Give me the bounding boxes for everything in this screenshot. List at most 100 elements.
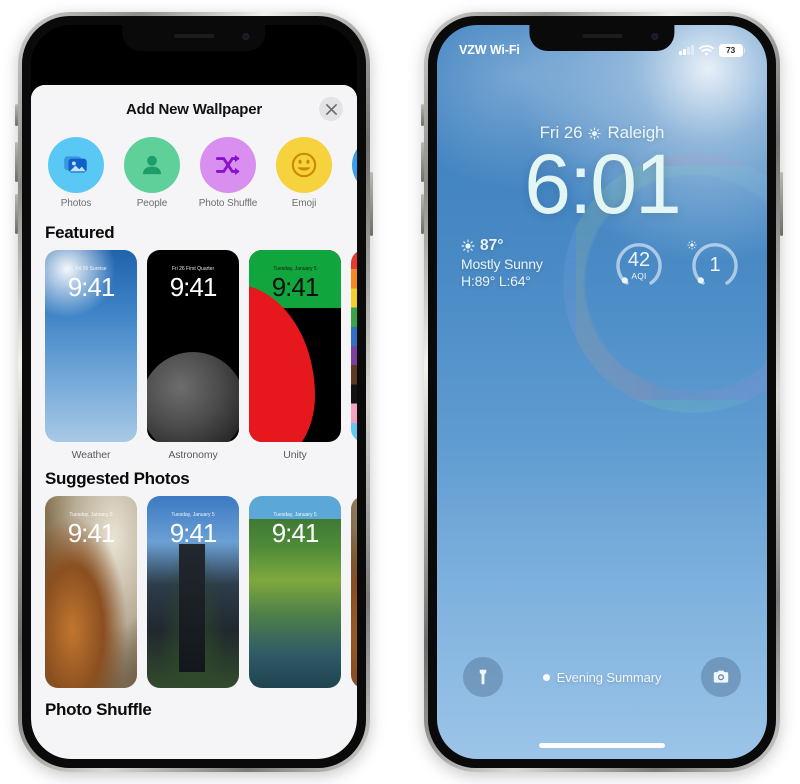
wallpaper-thumb-pride <box>351 250 357 443</box>
mute-switch[interactable] <box>15 104 18 126</box>
phone-left-device: Add New Wallpaper Photos People Photo Sh… <box>15 12 373 772</box>
wallpaper-thumb-cat-photo: Tuesday, January 5 9:41 <box>45 496 137 689</box>
category-emoji-label: Emoji <box>291 198 317 209</box>
wallpaper-card[interactable]: Tuesday, January 5 9:41 <box>249 496 341 689</box>
cellular-bars-icon <box>679 45 694 55</box>
suggested-photos-thumb-row: Tuesday, January 5 9:41 Tuesday, January… <box>31 496 357 689</box>
category-photo-shuffle-label: Photo Shuffle <box>198 198 258 209</box>
category-photos[interactable]: Photos <box>45 137 107 209</box>
volume-up-button[interactable] <box>15 142 18 182</box>
category-weather-circle <box>352 137 357 193</box>
category-photo-shuffle-circle <box>200 137 256 193</box>
lock-screen-widgets: 87° Mostly Sunny H:89° L:64° 42 AQI 1 <box>437 237 767 293</box>
sun-icon <box>461 239 475 253</box>
wallpaper-card[interactable]: Tuesday, January 5 9:41 Unity <box>249 250 341 461</box>
notch <box>122 25 266 51</box>
wallpaper-thumb-weather: Fri 26 Sunrise 9:41 <box>45 250 137 443</box>
phone-right-screen: VZW Wi-Fi 73 Fri 26 Raleigh 6:01 87° Mos… <box>437 25 767 759</box>
mute-switch[interactable] <box>421 104 424 126</box>
weather-widget[interactable]: 87° Mostly Sunny H:89° L:64° <box>461 237 543 289</box>
uv-gauge[interactable]: 1 <box>687 237 743 293</box>
phone-right-bezel: VZW Wi-Fi 73 Fri 26 Raleigh 6:01 87° Mos… <box>428 16 776 768</box>
wallpaper-caption: Unity <box>283 449 307 462</box>
notification-summary[interactable]: Evening Summary <box>542 669 662 685</box>
camera-icon <box>713 670 729 683</box>
category-photo-shuffle[interactable]: Photo Shuffle <box>197 137 259 209</box>
category-weather[interactable]: Weather <box>349 137 357 209</box>
thumb-time: 9:41 <box>271 272 320 303</box>
lock-screen-clock: 6:01 <box>524 137 682 231</box>
thumb-time: 9:41 <box>169 272 218 303</box>
category-people-circle <box>124 137 180 193</box>
wallpaper-thumb-city-photo: Tuesday, January 5 9:41 <box>147 496 239 689</box>
power-button[interactable] <box>370 172 373 236</box>
front-camera-icon <box>651 33 659 40</box>
close-button[interactable] <box>319 97 343 121</box>
front-camera-icon <box>242 33 250 40</box>
camera-button[interactable] <box>701 657 741 697</box>
thumb-time: 9:41 <box>67 518 116 549</box>
aqi-value: 42 <box>627 248 651 271</box>
section-title-featured: Featured <box>45 223 115 243</box>
featured-thumb-row: Fri 26 Sunrise 9:41 Weather Fri 26 First… <box>31 250 357 461</box>
uv-gauge-readout: 1 <box>687 237 743 293</box>
thumb-time: 9:41 <box>271 518 320 549</box>
photos-icon <box>64 156 87 173</box>
category-people-label: People <box>136 198 168 209</box>
weather-temperature: 87° <box>480 237 504 254</box>
wallpaper-caption: Astronomy <box>168 449 218 462</box>
add-wallpaper-sheet: Add New Wallpaper Photos People Photo Sh… <box>31 85 357 759</box>
category-photos-circle <box>48 137 104 193</box>
earpiece-speaker <box>174 34 214 38</box>
emoji-smile-icon <box>291 152 317 178</box>
lock-screen-bottom-bar: Evening Summary <box>437 657 767 697</box>
person-icon <box>142 155 162 175</box>
wallpaper-card[interactable]: Fri 26 Sunrise 9:41 Weather <box>45 250 137 461</box>
weather-temperature-row: 87° <box>461 237 543 255</box>
thumb-time: 9:41 <box>67 272 116 303</box>
wallpaper-thumb-lilypond-photo: Tuesday, January 5 9:41 <box>249 496 341 689</box>
wallpaper-caption: Weather <box>71 449 111 462</box>
battery-cap-icon <box>743 47 745 53</box>
volume-up-button[interactable] <box>421 142 424 182</box>
aqi-gauge[interactable]: 42 AQI <box>611 237 667 293</box>
wifi-icon <box>698 45 714 56</box>
sun-small-icon <box>687 240 697 250</box>
section-title-photo-shuffle: Photo Shuffle <box>45 700 152 720</box>
category-photos-label: Photos <box>60 198 92 209</box>
wallpaper-card[interactable] <box>351 496 357 689</box>
aqi-label: AQI <box>631 270 647 281</box>
wallpaper-thumb-unity: Tuesday, January 5 9:41 <box>249 250 341 443</box>
phone-right-device: VZW Wi-Fi 73 Fri 26 Raleigh 6:01 87° Mos… <box>421 12 783 772</box>
shuffle-icon <box>215 154 240 176</box>
weather-condition: Mostly Sunny <box>461 256 543 272</box>
aqi-gauge-readout: 42 AQI <box>611 237 667 293</box>
gauge-widgets: 42 AQI 1 <box>611 237 743 293</box>
summary-dot-icon <box>542 673 550 681</box>
earpiece-speaker <box>582 34 622 38</box>
volume-down-button[interactable] <box>15 194 18 234</box>
home-indicator[interactable] <box>539 743 665 748</box>
category-people[interactable]: People <box>121 137 183 209</box>
wallpaper-thumb-astronomy: Fri 26 First Quarter 9:41 <box>147 250 239 443</box>
flashlight-button[interactable] <box>463 657 503 697</box>
wallpaper-card[interactable]: Tuesday, January 5 9:41 <box>147 496 239 689</box>
carrier-label: VZW Wi-Fi <box>459 43 520 57</box>
section-title-suggested-photos: Suggested Photos <box>45 469 190 489</box>
weather-high-low: H:89° L:64° <box>461 273 531 289</box>
wallpaper-category-row: Photos People Photo Shuffle Emoji <box>31 133 357 215</box>
power-button[interactable] <box>780 172 783 236</box>
city-tower-graphic <box>179 544 205 673</box>
wallpaper-card[interactable]: Tuesday, January 5 9:41 <box>45 496 137 689</box>
screenshot-stage: Add New Wallpaper Photos People Photo Sh… <box>0 0 800 784</box>
wallpaper-card[interactable] <box>351 250 357 461</box>
page-title: Add New Wallpaper <box>125 100 263 118</box>
wallpaper-card[interactable]: Fri 26 First Quarter 9:41 Astronomy <box>147 250 239 461</box>
category-emoji[interactable]: Emoji <box>273 137 335 209</box>
summary-label: Evening Summary <box>556 669 662 685</box>
phone-left-bezel: Add New Wallpaper Photos People Photo Sh… <box>22 16 366 768</box>
status-bar-indicators: 73 <box>679 43 745 57</box>
volume-down-button[interactable] <box>421 194 424 234</box>
thumb-time: 9:41 <box>169 518 218 549</box>
battery-indicator: 73 <box>718 43 743 57</box>
